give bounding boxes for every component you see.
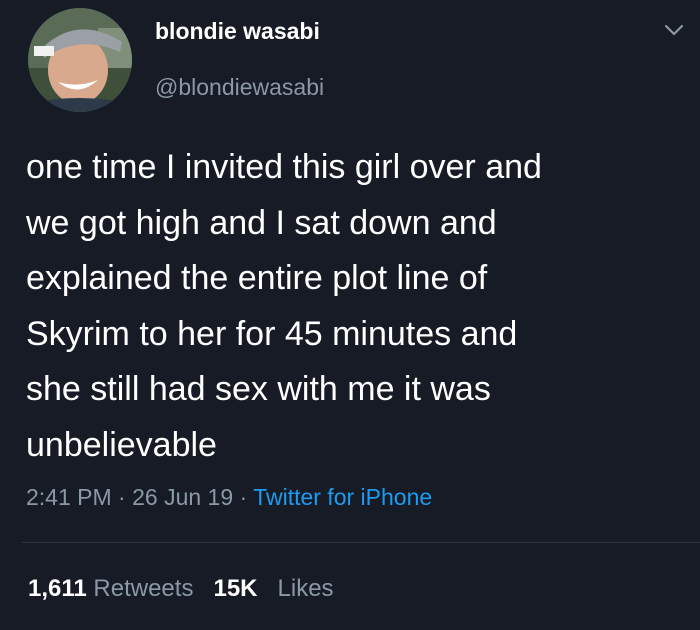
meta-separator: · xyxy=(118,484,126,510)
likes-stat[interactable]: 15K Likes xyxy=(213,575,333,602)
tweet-header: blondie wasabi @blondiewasabi xyxy=(0,0,700,120)
likes-label: Likes xyxy=(277,575,334,602)
chevron-down-icon[interactable] xyxy=(662,18,686,42)
meta-separator: · xyxy=(239,484,248,510)
divider xyxy=(22,542,700,543)
retweets-label: Retweets xyxy=(93,575,194,602)
tweet-meta: 2:41 PM · 26 Jun 19 · Twitter for iPhone xyxy=(26,484,432,511)
tweet-stats: 1,611 Retweets 15K Likes xyxy=(28,575,334,603)
likes-count: 15K xyxy=(213,575,258,602)
user-handle[interactable]: @blondiewasabi xyxy=(155,74,324,101)
display-name[interactable]: blondie wasabi xyxy=(155,18,320,45)
profile-photo-icon xyxy=(28,8,132,112)
tweet-date[interactable]: 26 Jun 19 xyxy=(132,484,233,510)
tweet-source-link[interactable]: Twitter for iPhone xyxy=(253,484,432,510)
avatar[interactable] xyxy=(28,8,132,112)
tweet-time[interactable]: 2:41 PM xyxy=(26,484,112,510)
retweets-count: 1,611 xyxy=(28,575,87,602)
tweet-card: blondie wasabi @blondiewasabi one time I… xyxy=(0,0,700,630)
retweets-stat[interactable]: 1,611 Retweets xyxy=(28,575,200,602)
tweet-text: one time I invited this girl over and we… xyxy=(26,148,542,464)
